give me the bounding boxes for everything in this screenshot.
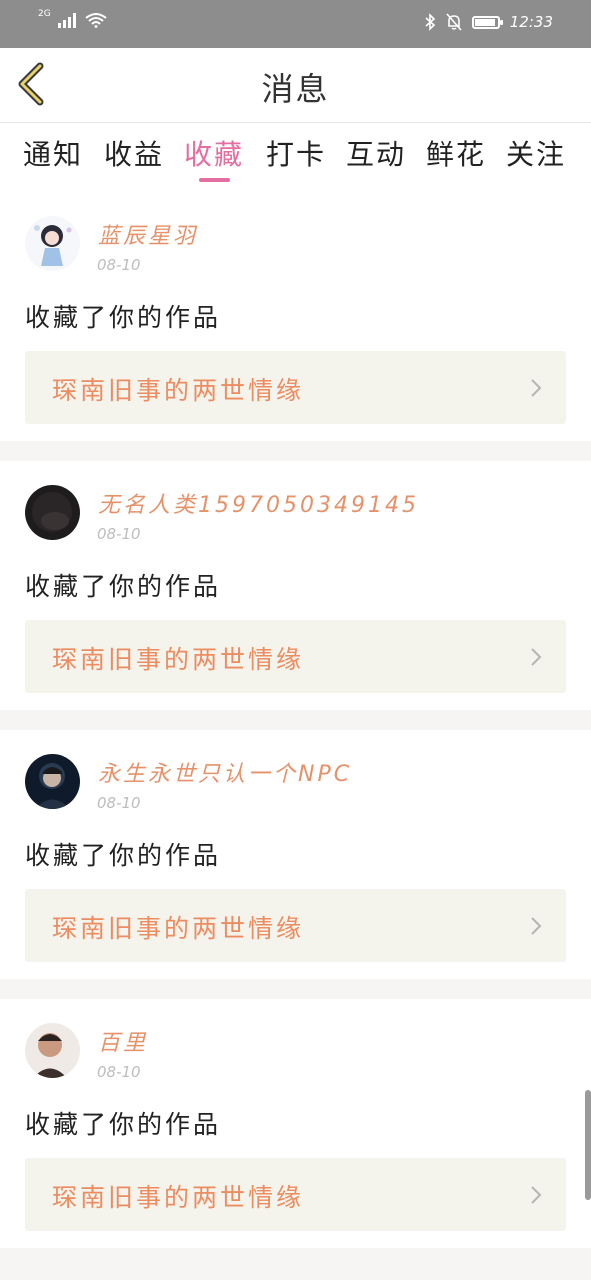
mute-bell-icon	[446, 13, 462, 31]
work-title: 琛南旧事的两世情缘	[52, 914, 305, 943]
date: 08-10	[97, 525, 141, 543]
work-title: 琛南旧事的两世情缘	[52, 645, 305, 674]
wifi-icon	[85, 13, 107, 28]
tab-checkin[interactable]: 打卡	[266, 133, 326, 173]
work-link[interactable]: 琛南旧事的两世情缘	[25, 889, 566, 962]
avatar[interactable]	[25, 485, 80, 540]
title-bar: 消息	[0, 48, 591, 123]
date: 08-10	[97, 1063, 141, 1081]
work-link[interactable]: 琛南旧事的两世情缘	[25, 620, 566, 693]
action-text: 收藏了你的作品	[25, 572, 222, 601]
signal-icon	[57, 13, 76, 28]
date: 08-10	[97, 256, 141, 274]
action-text: 收藏了你的作品	[25, 1110, 222, 1139]
work-title: 琛南旧事的两世情缘	[52, 1183, 305, 1212]
avatar[interactable]	[25, 1023, 80, 1078]
notification-card: 永生永世只认一个NPC 08-10 收藏了你的作品 琛南旧事的两世情缘	[0, 730, 591, 979]
status-right: 12:33	[424, 13, 553, 31]
username[interactable]: 蓝辰星羽	[98, 218, 198, 250]
battery-icon	[471, 15, 503, 29]
tab-favorites[interactable]: 收藏	[184, 133, 244, 173]
bluetooth-icon	[425, 13, 435, 31]
avatar[interactable]	[25, 754, 80, 809]
clock: 12:33	[509, 13, 553, 31]
chevron-right-icon	[531, 917, 542, 935]
scrollbar[interactable]	[585, 1090, 591, 1200]
status-left: 2G	[38, 8, 107, 28]
chevron-right-icon	[531, 1186, 542, 1204]
username[interactable]: 百里	[98, 1025, 148, 1057]
date: 08-10	[97, 794, 141, 812]
action-text: 收藏了你的作品	[25, 303, 222, 332]
tab-bar: 通知 收益 收藏 打卡 互动 鲜花 关注	[0, 123, 591, 192]
chevron-right-icon	[531, 648, 542, 666]
page-title: 消息	[261, 70, 330, 108]
battery-level	[474, 18, 495, 26]
tab-flowers[interactable]: 鲜花	[426, 133, 486, 173]
work-link[interactable]: 琛南旧事的两世情缘	[25, 351, 566, 424]
tab-follow[interactable]: 关注	[506, 133, 566, 173]
work-link[interactable]: 琛南旧事的两世情缘	[25, 1158, 566, 1231]
notification-card: 无名人类1597050349145 08-10 收藏了你的作品 琛南旧事的两世情…	[0, 461, 591, 710]
status-bar: 2G 12:33	[0, 0, 591, 48]
tab-notice[interactable]: 通知	[23, 133, 83, 173]
notification-card: 蓝辰星羽 08-10 收藏了你的作品 琛南旧事的两世情缘	[0, 192, 591, 441]
username[interactable]: 无名人类1597050349145	[98, 487, 419, 519]
chevron-right-icon	[531, 379, 542, 397]
notification-list: 蓝辰星羽 08-10 收藏了你的作品 琛南旧事的两世情缘 无名人类1597050…	[0, 192, 591, 1268]
work-title: 琛南旧事的两世情缘	[52, 376, 305, 405]
notification-card: 百里 08-10 收藏了你的作品 琛南旧事的两世情缘	[0, 999, 591, 1248]
tab-earnings[interactable]: 收益	[104, 133, 164, 173]
active-tab-indicator	[199, 178, 230, 182]
network-type: 2G	[38, 8, 51, 19]
avatar[interactable]	[25, 216, 80, 271]
tab-interaction[interactable]: 互动	[346, 133, 406, 173]
username[interactable]: 永生永世只认一个NPC	[98, 756, 352, 788]
action-text: 收藏了你的作品	[25, 841, 222, 870]
